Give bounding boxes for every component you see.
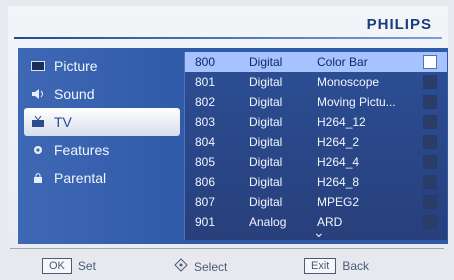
ok-key: OK xyxy=(42,258,72,274)
channel-number: 807 xyxy=(195,195,216,209)
select-hint-label: Select xyxy=(194,259,228,274)
channel-checkbox[interactable] xyxy=(423,135,437,149)
channel-type: Digital xyxy=(249,195,283,209)
channel-number: 800 xyxy=(195,55,216,69)
channel-row[interactable]: 804 Digital H264_2 xyxy=(185,132,447,152)
channel-checkbox[interactable] xyxy=(423,155,437,169)
channel-type: Digital xyxy=(249,95,283,109)
sidebar-item-parental[interactable]: Parental xyxy=(24,164,180,192)
channel-type: Digital xyxy=(249,115,283,129)
menu-panel: Picture Sound TV Features Parental 800 D… xyxy=(18,48,448,244)
channel-checkbox[interactable] xyxy=(423,95,437,109)
exit-hint-label: Back xyxy=(342,259,370,273)
channel-row[interactable]: 803 Digital H264_12 xyxy=(185,112,447,132)
channel-number: 805 xyxy=(195,155,216,169)
footer-hints: OK Set Select Exit Back xyxy=(0,252,454,280)
chevron-down-icon: ⌄ xyxy=(313,224,325,240)
channel-name: Color Bar xyxy=(317,55,368,69)
channel-row[interactable]: 807 Digital MPEG2 xyxy=(185,192,447,212)
sidebar-item-tv[interactable]: TV xyxy=(24,108,180,136)
channel-number: 802 xyxy=(195,95,216,109)
dpad-icon xyxy=(174,258,188,275)
tv-antenna-icon xyxy=(30,116,46,128)
sidebar-item-picture[interactable]: Picture xyxy=(24,52,180,80)
channel-row[interactable]: 802 Digital Moving Pictu... xyxy=(185,92,447,112)
channel-name: MPEG2 xyxy=(317,195,360,209)
header-divider xyxy=(14,37,442,39)
sidebar-item-label: TV xyxy=(54,114,72,130)
channel-type: Digital xyxy=(249,55,283,69)
brand-logo: PHILIPS xyxy=(366,16,432,33)
exit-key: Exit xyxy=(304,258,337,274)
channel-name: H264_2 xyxy=(317,135,360,149)
tv-screen: PHILIPS Picture Sound TV Features Parent… xyxy=(8,6,448,248)
channel-checkbox[interactable] xyxy=(423,115,437,129)
speaker-icon xyxy=(30,88,46,100)
sidebar-item-label: Sound xyxy=(54,86,95,102)
channel-number: 801 xyxy=(195,75,216,89)
channel-name: H264_12 xyxy=(317,115,366,129)
footer-divider xyxy=(10,248,444,249)
channel-number: 901 xyxy=(195,215,216,229)
select-hint[interactable]: Select xyxy=(174,258,227,275)
channel-row[interactable]: 800 Digital Color Bar xyxy=(185,52,447,72)
sidebar-item-label: Picture xyxy=(54,58,98,74)
channel-number: 806 xyxy=(195,175,216,189)
channel-row[interactable]: 806 Digital H264_8 xyxy=(185,172,447,192)
exit-hint[interactable]: Exit Back xyxy=(304,258,369,274)
ok-hint-label: Set xyxy=(77,259,96,273)
channel-checkbox[interactable] xyxy=(423,175,437,189)
channel-type: Digital xyxy=(249,155,283,169)
channel-checkbox[interactable] xyxy=(423,215,437,229)
sidebar-item-features[interactable]: Features xyxy=(24,136,180,164)
sidebar-item-sound[interactable]: Sound xyxy=(24,80,180,108)
channel-row[interactable]: 801 Digital Monoscope xyxy=(185,72,447,92)
channel-number: 803 xyxy=(195,115,216,129)
lock-icon xyxy=(30,172,46,184)
ok-hint[interactable]: OK Set xyxy=(42,258,96,274)
sidebar-item-label: Parental xyxy=(54,170,107,186)
channel-name: H264_4 xyxy=(317,155,360,169)
channel-type: Digital xyxy=(249,75,283,89)
channel-name: Monoscope xyxy=(317,75,380,89)
channel-type: Analog xyxy=(249,215,287,229)
sidebar-item-label: Features xyxy=(54,142,110,158)
channel-type: Digital xyxy=(249,135,283,149)
channel-number: 804 xyxy=(195,135,216,149)
channel-list[interactable]: 800 Digital Color Bar 801 Digital Monosc… xyxy=(184,52,447,240)
channel-checkbox[interactable] xyxy=(423,195,437,209)
picture-icon xyxy=(30,60,46,72)
gear-icon xyxy=(30,144,46,156)
channel-type: Digital xyxy=(249,175,283,189)
channel-name: Moving Pictu... xyxy=(317,95,396,109)
channel-checkbox[interactable] xyxy=(423,55,437,69)
sidebar: Picture Sound TV Features Parental xyxy=(24,52,180,240)
channel-row[interactable]: 805 Digital H264_4 xyxy=(185,152,447,172)
channel-name: H264_8 xyxy=(317,175,360,189)
channel-checkbox[interactable] xyxy=(423,75,437,89)
channel-name: ARD xyxy=(317,215,343,229)
